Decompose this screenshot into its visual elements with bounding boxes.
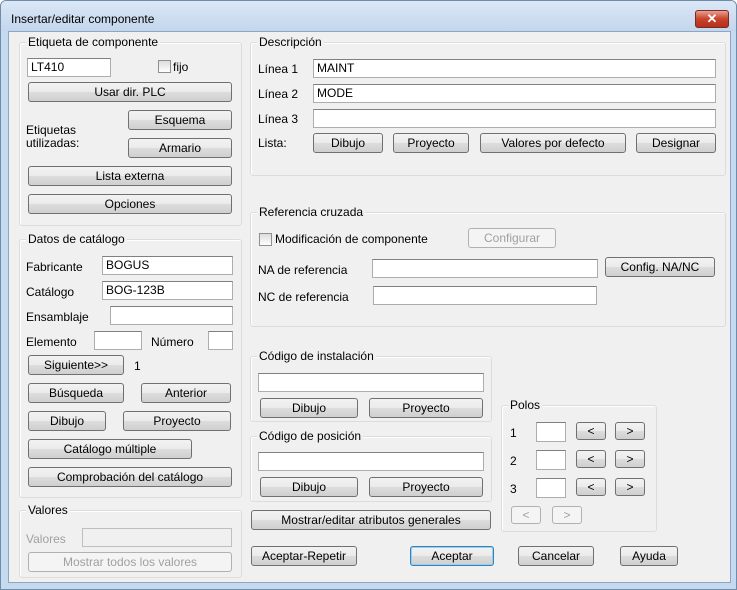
use-plc-address-button[interactable]: Usar dir. PLC [28, 82, 232, 102]
pins-prev-button: < [511, 506, 541, 524]
assembly-input[interactable] [110, 306, 233, 325]
ratings-group-title: Valores [26, 503, 70, 517]
location-input[interactable] [258, 452, 484, 471]
chevron-left-icon: < [522, 508, 530, 522]
ratings-values-input [82, 528, 232, 547]
schematic-button[interactable]: Esquema [128, 110, 232, 130]
show-edit-attributes-button[interactable]: Mostrar/editar atributos generales [251, 510, 491, 530]
next-catalog-button[interactable]: Siguiente>> [28, 355, 124, 375]
catalog-label: Catálogo [26, 285, 75, 299]
external-list-button[interactable]: Lista externa [28, 166, 232, 186]
cross-reference-group-title: Referencia cruzada [257, 205, 366, 219]
multiple-catalog-button[interactable]: Catálogo múltiple [28, 439, 192, 459]
line3-input[interactable] [313, 109, 716, 128]
description-project-button[interactable]: Proyecto [393, 133, 469, 153]
component-override-label: Modificación de componente [275, 232, 428, 246]
chevron-left-icon: < [587, 424, 595, 438]
chevron-right-icon: > [626, 452, 634, 466]
next-count: 1 [134, 359, 141, 373]
cancel-button[interactable]: Cancelar [518, 546, 594, 566]
chevron-left-icon: < [587, 480, 595, 494]
installation-input[interactable] [258, 373, 484, 392]
pin-1-label: 1 [510, 426, 517, 440]
description-drawing-button[interactable]: Dibujo [313, 133, 383, 153]
pin-3-label: 3 [510, 482, 517, 496]
pin-2-input[interactable] [536, 450, 566, 470]
panel-button[interactable]: Armario [128, 138, 232, 158]
pins-group-title: Polos [508, 398, 543, 412]
tags-used-label-line1: Etiquetas [26, 123, 77, 137]
installation-project-button[interactable]: Proyecto [369, 398, 483, 418]
dialog-client-area: Etiqueta de componente LT410 fijo Usar d… [8, 31, 731, 583]
line2-input[interactable]: MODE [313, 84, 716, 103]
no-reference-input[interactable] [372, 259, 598, 278]
show-all-values-button: Mostrar todos los valores [28, 552, 232, 572]
catalog-drawing-button[interactable]: Dibujo [28, 411, 106, 431]
count-input[interactable] [208, 331, 233, 350]
pin-3-prev-button[interactable]: < [576, 478, 606, 496]
pin-2-label: 2 [510, 454, 517, 468]
line3-label: Línea 3 [258, 112, 299, 126]
ok-repeat-button[interactable]: Aceptar-Repetir [251, 546, 357, 566]
catalog-input[interactable]: BOG-123B [102, 281, 233, 300]
previous-button[interactable]: Anterior [141, 383, 231, 403]
assembly-label: Ensamblaje [26, 310, 89, 324]
pin-1-next-button[interactable]: > [615, 422, 645, 440]
pin-2-prev-button[interactable]: < [576, 450, 606, 468]
window-title: Insertar/editar componente [11, 12, 155, 26]
line2-label: Línea 2 [258, 87, 299, 101]
title-bar[interactable]: Insertar/editar componente ✕ [1, 1, 736, 31]
chevron-right-icon: > [563, 508, 571, 522]
line1-label: Línea 1 [258, 62, 299, 76]
no-reference-label: NA de referencia [258, 263, 348, 277]
location-drawing-button[interactable]: Dibujo [260, 477, 358, 497]
catalog-group-title: Datos de catálogo [26, 232, 127, 246]
chevron-left-icon: < [587, 452, 595, 466]
location-group-title: Código de posición [257, 429, 364, 443]
close-button[interactable]: ✕ [695, 10, 729, 28]
pin-1-input[interactable] [536, 422, 566, 442]
nc-reference-label: NC de referencia [258, 290, 349, 304]
tags-used-label-line2: utilizadas: [26, 136, 80, 150]
catalog-check-button[interactable]: Comprobación del catálogo [28, 467, 232, 487]
installation-drawing-button[interactable]: Dibujo [260, 398, 358, 418]
description-group-title: Descripción [257, 35, 324, 49]
help-button[interactable]: Ayuda [620, 546, 678, 566]
fixed-checkbox[interactable] [158, 60, 171, 73]
setup-button: Configurar [468, 228, 556, 248]
location-project-button[interactable]: Proyecto [369, 477, 483, 497]
component-tag-input[interactable]: LT410 [27, 58, 111, 77]
options-button[interactable]: Opciones [28, 194, 232, 214]
chevron-right-icon: > [626, 480, 634, 494]
manufacturer-label: Fabricante [26, 260, 83, 274]
pins-next-button: > [552, 506, 582, 524]
count-label: Número [151, 335, 194, 349]
lookup-button[interactable]: Búsqueda [28, 383, 124, 403]
chevron-right-icon: > [626, 424, 634, 438]
no-nc-setup-button[interactable]: Config. NA/NC [605, 257, 715, 277]
pin-2-next-button[interactable]: > [615, 450, 645, 468]
close-icon: ✕ [706, 11, 718, 26]
pin-3-input[interactable] [536, 478, 566, 498]
ratings-values-label: Valores [26, 532, 66, 546]
item-input[interactable] [94, 331, 142, 350]
pick-button[interactable]: Designar [636, 133, 716, 153]
dialog-window: Insertar/editar componente ✕ Etiqueta de… [0, 0, 737, 590]
pin-1-prev-button[interactable]: < [576, 422, 606, 440]
component-override-checkbox[interactable] [259, 233, 272, 246]
pin-3-next-button[interactable]: > [615, 478, 645, 496]
list-label: Lista: [258, 136, 287, 150]
component-tag-group-title: Etiqueta de componente [26, 35, 161, 49]
manufacturer-input[interactable]: BOGUS [102, 256, 233, 275]
defaults-button[interactable]: Valores por defecto [480, 133, 626, 153]
catalog-project-button[interactable]: Proyecto [123, 411, 231, 431]
installation-group-title: Código de instalación [257, 349, 376, 363]
item-label: Elemento [26, 335, 77, 349]
fixed-label: fijo [173, 60, 189, 74]
line1-input[interactable]: MAINT [313, 59, 716, 78]
ok-button[interactable]: Aceptar [410, 546, 494, 566]
nc-reference-input[interactable] [373, 286, 597, 305]
